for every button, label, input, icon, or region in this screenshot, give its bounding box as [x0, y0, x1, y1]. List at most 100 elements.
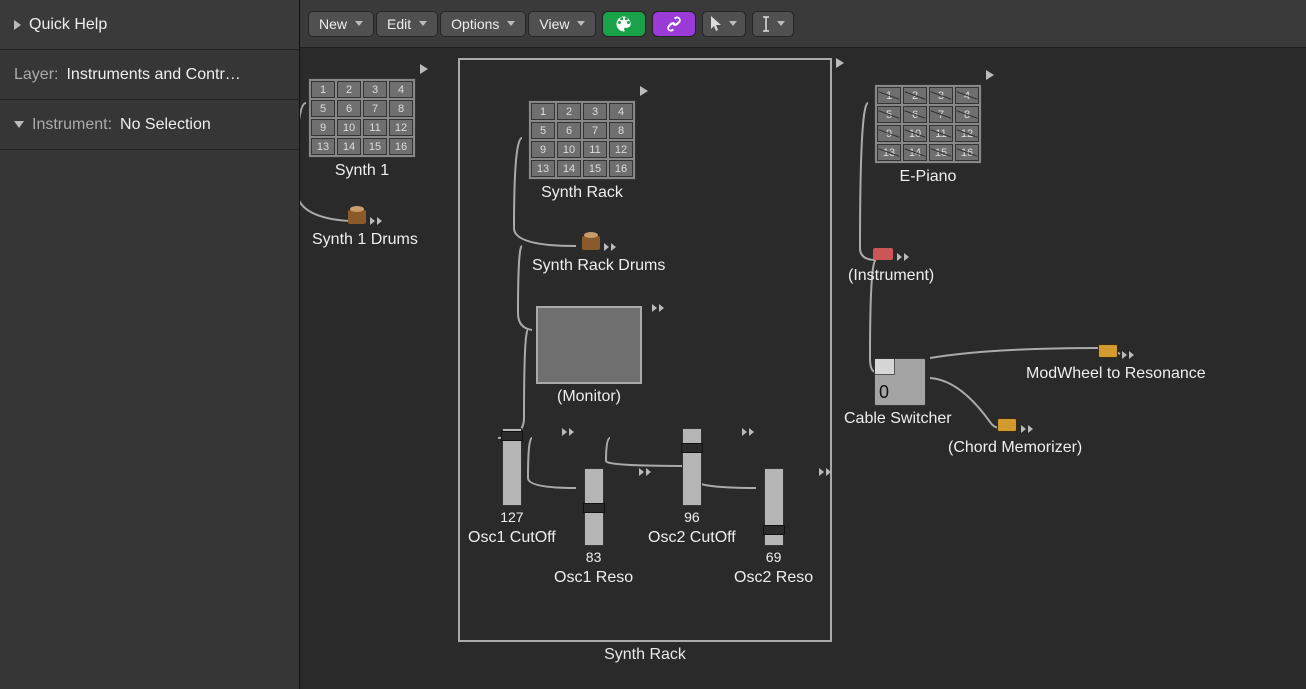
node-synth-rack[interactable]: 12345678910111213141516 Synth Rack: [528, 100, 636, 202]
keypad-cell[interactable]: 14: [337, 138, 361, 155]
keypad-cell[interactable]: 9: [311, 119, 335, 136]
keypad-cell[interactable]: 10: [557, 141, 581, 158]
node-chord-memorizer[interactable]: (Chord Memorizer): [948, 418, 1082, 457]
keypad-cell[interactable]: 6: [903, 106, 927, 123]
node-ports-icon[interactable]: [742, 428, 754, 436]
node-ports-icon[interactable]: [652, 304, 664, 312]
node-synth1-label: Synth 1: [308, 162, 416, 180]
keypad-cell[interactable]: 4: [609, 103, 633, 120]
pointer-tool-dropdown[interactable]: [702, 11, 746, 37]
node-synth-rack-drums[interactable]: Synth Rack Drums: [532, 236, 665, 275]
keypad-cell[interactable]: 6: [337, 100, 361, 117]
keypad-cell[interactable]: 5: [877, 106, 901, 123]
text-tool-dropdown[interactable]: [752, 11, 794, 37]
environment-canvas[interactable]: Synth Rack 12345678910111213141516 Synth…: [300, 48, 1306, 689]
keypad-cell[interactable]: 11: [929, 125, 953, 142]
keypad-cell[interactable]: 5: [531, 122, 555, 139]
menu-options[interactable]: Options: [440, 11, 526, 37]
fader-osc2-reso[interactable]: [764, 468, 784, 546]
keypad-cell[interactable]: 3: [363, 81, 387, 98]
keypad-cell[interactable]: 7: [929, 106, 953, 123]
cable-switcher-box[interactable]: 0: [874, 358, 926, 406]
keypad-cell[interactable]: 12: [389, 119, 413, 136]
node-osc1-cutoff[interactable]: 127 Osc1 CutOff: [468, 428, 556, 547]
keypad-cell[interactable]: 16: [389, 138, 413, 155]
keypad-cell[interactable]: 16: [955, 144, 979, 161]
multi-instrument-keypad[interactable]: 12345678910111213141516: [528, 100, 636, 180]
node-instrument-placeholder[interactable]: (Instrument): [848, 248, 934, 285]
multi-instrument-keypad[interactable]: 12345678910111213141516: [308, 78, 416, 158]
keypad-cell[interactable]: 14: [903, 144, 927, 161]
keypad-cell[interactable]: 4: [389, 81, 413, 98]
keypad-cell[interactable]: 5: [311, 100, 335, 117]
keypad-cell[interactable]: 11: [363, 119, 387, 136]
keypad-cell[interactable]: 8: [609, 122, 633, 139]
node-ports-icon[interactable]: [604, 243, 616, 251]
output-port-icon[interactable]: [420, 64, 428, 74]
keypad-cell[interactable]: 10: [337, 119, 361, 136]
keypad-cell[interactable]: 1: [877, 87, 901, 104]
keypad-cell[interactable]: 9: [531, 141, 555, 158]
node-ports-icon[interactable]: [370, 217, 382, 225]
keypad-cell[interactable]: 2: [337, 81, 361, 98]
menu-edit[interactable]: Edit: [376, 11, 438, 37]
keypad-cell[interactable]: 13: [311, 138, 335, 155]
multi-instrument-keypad[interactable]: 12345678910111213141516: [874, 84, 982, 164]
node-ports-icon[interactable]: [1122, 351, 1134, 359]
color-palette-button[interactable]: [602, 11, 646, 37]
layer-row[interactable]: Layer: Instruments and Contr…: [0, 50, 299, 100]
node-synth1[interactable]: 12345678910111213141516 Synth 1: [308, 78, 416, 180]
node-synth-rack-drums-label: Synth Rack Drums: [532, 257, 665, 275]
menu-new[interactable]: New: [308, 11, 374, 37]
keypad-cell[interactable]: 16: [609, 160, 633, 177]
keypad-cell[interactable]: 13: [531, 160, 555, 177]
node-osc2-cutoff[interactable]: 96 Osc2 CutOff: [648, 428, 736, 547]
keypad-cell[interactable]: 12: [609, 141, 633, 158]
node-osc2-reso[interactable]: 69 Osc2 Reso: [734, 468, 813, 587]
menu-view[interactable]: View: [528, 11, 596, 37]
keypad-cell[interactable]: 13: [877, 144, 901, 161]
keypad-cell[interactable]: 6: [557, 122, 581, 139]
keypad-cell[interactable]: 15: [929, 144, 953, 161]
keypad-cell[interactable]: 11: [583, 141, 607, 158]
quick-help-header[interactable]: Quick Help: [0, 0, 299, 50]
node-ports-icon[interactable]: [562, 428, 574, 436]
node-synth1-drums[interactable]: Synth 1 Drums: [312, 210, 418, 249]
node-ports-icon[interactable]: [897, 253, 909, 261]
keypad-cell[interactable]: 7: [363, 100, 387, 117]
fader-osc2-cutoff[interactable]: [682, 428, 702, 506]
quick-help-title: Quick Help: [29, 16, 107, 34]
keypad-cell[interactable]: 8: [389, 100, 413, 117]
fader-osc1-reso[interactable]: [584, 468, 604, 546]
keypad-cell[interactable]: 10: [903, 125, 927, 142]
keypad-cell[interactable]: 7: [583, 122, 607, 139]
node-ports-icon[interactable]: [1021, 425, 1033, 433]
node-modwheel[interactable]: ModWheel to Resonance: [1026, 344, 1206, 383]
keypad-cell[interactable]: 3: [583, 103, 607, 120]
frame-output-port-icon[interactable]: [836, 58, 844, 68]
node-ports-icon[interactable]: [819, 468, 831, 476]
keypad-cell[interactable]: 8: [955, 106, 979, 123]
keypad-cell[interactable]: 1: [531, 103, 555, 120]
keypad-cell[interactable]: 1: [311, 81, 335, 98]
fader-osc1-cutoff[interactable]: [502, 428, 522, 506]
keypad-cell[interactable]: 3: [929, 87, 953, 104]
keypad-cell[interactable]: 12: [955, 125, 979, 142]
output-port-icon[interactable]: [986, 70, 994, 80]
keypad-cell[interactable]: 15: [583, 160, 607, 177]
link-button[interactable]: [652, 11, 696, 37]
keypad-cell[interactable]: 4: [955, 87, 979, 104]
node-osc1-reso[interactable]: 83 Osc1 Reso: [554, 468, 633, 587]
layer-label: Layer:: [14, 66, 58, 84]
keypad-cell[interactable]: 15: [363, 138, 387, 155]
chevron-down-icon: [507, 21, 515, 26]
output-port-icon[interactable]: [640, 86, 648, 96]
instrument-row[interactable]: Instrument: No Selection: [0, 100, 299, 150]
keypad-cell[interactable]: 2: [557, 103, 581, 120]
node-monitor[interactable]: (Monitor): [536, 306, 642, 406]
node-epiano[interactable]: 12345678910111213141516 E-Piano: [874, 84, 982, 186]
keypad-cell[interactable]: 2: [903, 87, 927, 104]
keypad-cell[interactable]: 9: [877, 125, 901, 142]
keypad-cell[interactable]: 14: [557, 160, 581, 177]
node-cable-switcher[interactable]: 0 Cable Switcher: [874, 358, 952, 428]
